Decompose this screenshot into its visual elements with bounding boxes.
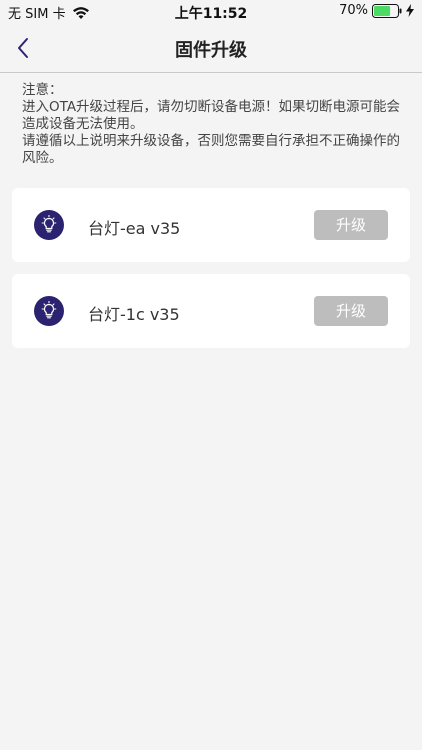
battery-icon (372, 3, 402, 18)
battery-fill (374, 5, 391, 16)
charging-bolt-icon (406, 4, 414, 17)
device-name: 台灯-ea v35 (88, 219, 181, 238)
upgrade-button[interactable]: 升级 (314, 296, 388, 326)
upgrade-button[interactable]: 升级 (314, 210, 388, 240)
bulb-icon (34, 210, 64, 240)
page-title: 固件升级 (175, 40, 247, 61)
battery-percent: 70% (339, 3, 368, 18)
nav-bar: 固件升级 (0, 24, 422, 73)
bulb-icon (34, 296, 64, 326)
device-name: 台灯-1c v35 (88, 305, 180, 324)
status-right: 70% (339, 3, 414, 18)
status-bar: 无 SIM 卡 上午11:52 70% (0, 0, 422, 24)
notice-line-risk: 请遵循以上说明来升级设备，否则您需要自行承担不正确操作的风险。 (22, 133, 400, 166)
device-card: 台灯-1c v35 升级 (12, 274, 410, 348)
notice-heading: 注意： (22, 82, 63, 98)
notice-text: 注意： 进入OTA升级过程后，请勿切断设备电源！如果切断电源可能会造成设备无法使… (22, 82, 402, 167)
notice-line-power: 进入OTA升级过程后，请勿切断设备电源！如果切断电源可能会造成设备无法使用。 (22, 99, 401, 132)
device-card: 台灯-ea v35 升级 (12, 188, 410, 262)
